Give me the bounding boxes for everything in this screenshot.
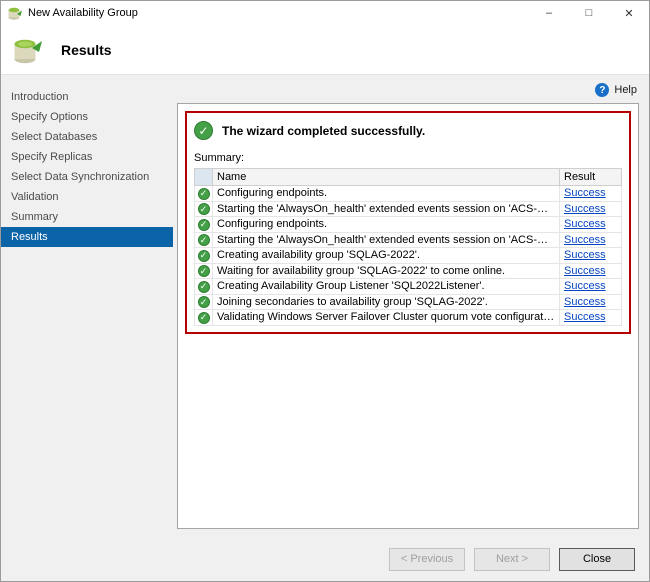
success-link[interactable]: Success [564,296,606,308]
content-area: ? Help ✓ The wizard completed successful… [173,75,649,537]
task-name: Creating Availability Group Listener 'SQ… [213,279,560,295]
success-check-icon: ✓ [194,121,213,140]
summary-table-body: ✓Configuring endpoints.Success✓Starting … [195,186,622,326]
status-row: ✓ The wizard completed successfully. [194,121,622,140]
table-row: ✓Creating Availability Group Listener 'S… [195,279,622,295]
success-check-icon: ✓ [198,312,210,324]
success-check-icon: ✓ [198,265,210,277]
close-window-button[interactable]: ✕ [609,1,649,25]
sidebar-item-introduction[interactable]: Introduction [1,87,173,107]
close-button[interactable]: Close [559,548,635,571]
sidebar-item-specify-replicas[interactable]: Specify Replicas [1,147,173,167]
wizard-window: New Availability Group – □ ✕ Results Int… [0,0,650,582]
table-row: ✓Configuring endpoints. Success [195,217,622,233]
window-title: New Availability Group [28,7,529,19]
success-link[interactable]: Success [564,249,606,261]
task-name: Starting the 'AlwaysOn_health' extended … [213,232,560,248]
table-header-row: Name Result [195,169,622,186]
success-link[interactable]: Success [564,265,606,277]
task-name: Validating Windows Server Failover Clust… [213,310,560,326]
success-check-icon: ✓ [198,203,210,215]
task-name: Creating availability group 'SQLAG-2022'… [213,248,560,264]
titlebar: New Availability Group – □ ✕ [1,1,649,25]
app-icon [7,5,23,21]
success-check-icon: ✓ [198,250,210,262]
page-title: Results [61,42,112,58]
table-row: ✓Starting the 'AlwaysOn_health' extended… [195,232,622,248]
sidebar-item-select-data-synchronization[interactable]: Select Data Synchronization [1,167,173,187]
table-row: ✓Configuring endpoints. Success [195,186,622,202]
wizard-database-icon [11,33,45,67]
success-link[interactable]: Success [564,203,606,215]
sidebar-item-results[interactable]: Results [1,227,173,247]
success-link[interactable]: Success [564,187,606,199]
success-check-icon: ✓ [198,281,210,293]
summary-label: Summary: [194,152,622,164]
task-name: Configuring endpoints. [213,186,560,202]
table-row: ✓Waiting for availability group 'SQLAG-2… [195,263,622,279]
footer-buttons: < Previous Next > Close [1,537,649,581]
task-name: Starting the 'AlwaysOn_health' extended … [213,201,560,217]
maximize-button[interactable]: □ [569,1,609,25]
summary-table: Name Result ✓Configuring endpoints.Succe… [194,168,622,326]
annotation-highlight-box: ✓ The wizard completed successfully. Sum… [185,111,631,334]
table-row: ✓Starting the 'AlwaysOn_health' extended… [195,201,622,217]
results-panel: ✓ The wizard completed successfully. Sum… [177,103,639,529]
success-check-icon: ✓ [198,219,210,231]
sidebar-item-validation[interactable]: Validation [1,187,173,207]
minimize-button[interactable]: – [529,1,569,25]
success-check-icon: ✓ [198,234,210,246]
previous-button[interactable]: < Previous [389,548,465,571]
help-icon: ? [595,83,609,97]
table-row: ✓Joining secondaries to availability gro… [195,294,622,310]
success-link[interactable]: Success [564,311,606,323]
next-button[interactable]: Next > [474,548,550,571]
icon-column-header [195,169,213,186]
name-column-header: Name [213,169,560,186]
status-message: The wizard completed successfully. [222,124,425,138]
result-column-header: Result [560,169,622,186]
success-link[interactable]: Success [564,234,606,246]
success-link[interactable]: Success [564,218,606,230]
task-name: Configuring endpoints. [213,217,560,233]
sidebar-item-specify-options[interactable]: Specify Options [1,107,173,127]
table-row: ✓Creating availability group 'SQLAG-2022… [195,248,622,264]
task-name: Joining secondaries to availability grou… [213,294,560,310]
sidebar: IntroductionSpecify OptionsSelect Databa… [1,75,173,537]
task-name: Waiting for availability group 'SQLAG-20… [213,263,560,279]
help-link[interactable]: Help [614,84,637,96]
table-row: ✓Validating Windows Server Failover Clus… [195,310,622,326]
success-check-icon: ✓ [198,296,210,308]
sidebar-item-summary[interactable]: Summary [1,207,173,227]
help-row: ? Help [177,79,639,103]
wizard-header: Results [1,25,649,75]
success-link[interactable]: Success [564,280,606,292]
sidebar-item-select-databases[interactable]: Select Databases [1,127,173,147]
success-check-icon: ✓ [198,188,210,200]
